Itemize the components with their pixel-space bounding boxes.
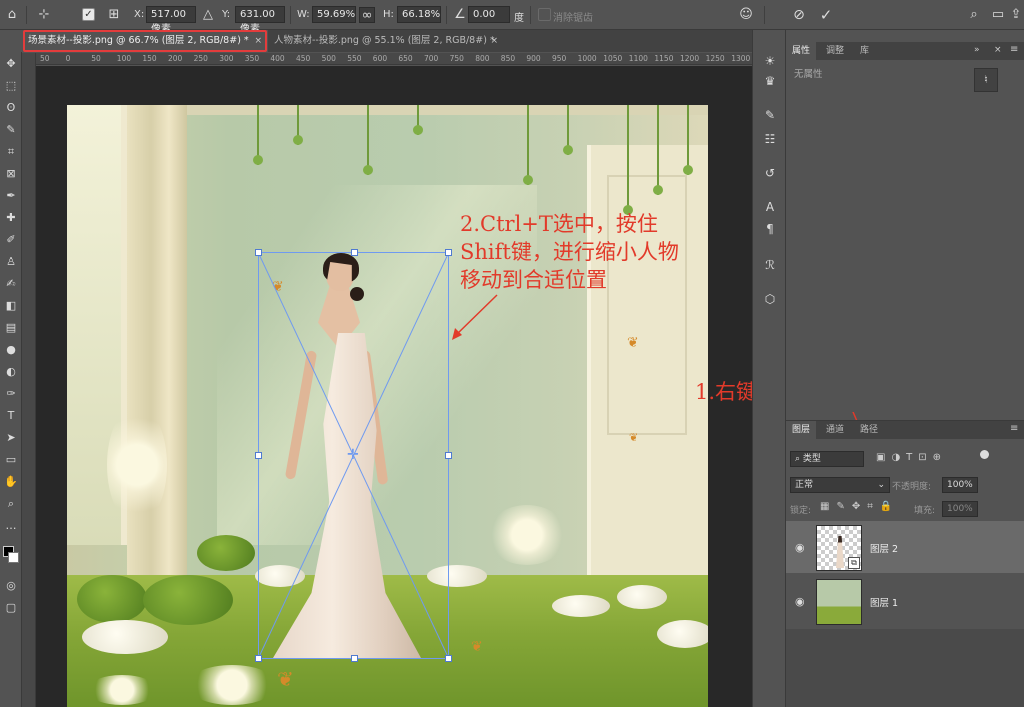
tab-libraries[interactable]: 库 <box>854 42 875 60</box>
properties-side-icon[interactable]: ♮ <box>974 68 998 92</box>
smart-object-icon: ⧉ <box>848 557 860 569</box>
properties-empty-text: 无属性 <box>794 69 823 80</box>
brightness-icon[interactable]: ☀ <box>761 52 779 70</box>
tab-adjustments[interactable]: 调整 <box>820 42 850 60</box>
layer-thumbnail <box>816 579 862 625</box>
tab-properties[interactable]: 属性 <box>786 42 817 60</box>
panel-close-icon[interactable]: × <box>994 45 1002 55</box>
chevron-down-icon: ⌄ <box>877 480 885 490</box>
layer-row-2[interactable]: ◉ ⧉ 图层 2 <box>786 521 1024 573</box>
character-icon[interactable]: A <box>761 198 779 216</box>
lock-icons[interactable]: ▦✎✥⌗🔒 <box>820 501 899 512</box>
brush-settings-icon[interactable]: ✎ <box>761 106 779 124</box>
visibility-eye-icon[interactable]: ◉ <box>795 541 805 554</box>
filter-toggle[interactable] <box>980 450 989 459</box>
layer-name: 图层 1 <box>870 598 899 609</box>
layer-thumbnail: ⧉ <box>816 525 862 571</box>
3d-icon[interactable]: ⬡ <box>761 290 779 308</box>
visibility-eye-icon[interactable]: ◉ <box>795 595 805 608</box>
fill-field[interactable]: 100% <box>942 501 978 517</box>
tab-layers[interactable]: 图层 <box>786 421 817 439</box>
blend-mode-select[interactable]: 正常 ⌄ <box>790 477 890 493</box>
layer-name: 图层 2 <box>870 544 899 555</box>
search-icon: ⌕ <box>795 454 803 464</box>
glyphs-icon[interactable]: ℛ <box>761 256 779 274</box>
layers-panel: 图层 通道 路径 ≡ ⌕ 类型 ▣◑T⊡⊕ 正常 ⌄ 不透明度: 100% 锁定… <box>786 420 1024 707</box>
adjust-icon[interactable]: ☷ <box>761 130 779 148</box>
opacity-field[interactable]: 100% <box>942 477 978 493</box>
panel-menu-icon[interactable]: ≡ <box>1010 423 1018 434</box>
tab-channels[interactable]: 通道 <box>820 421 850 439</box>
layer-row-1[interactable]: ◉ 图层 1 <box>786 575 1024 627</box>
history-icon[interactable]: ↺ <box>761 164 779 182</box>
properties-panel: 属性 调整 库 » × ≡ 无属性 ♮ <box>786 42 1024 412</box>
layer-filter-select[interactable]: ⌕ 类型 <box>790 451 864 467</box>
crown-icon[interactable]: ♛ <box>761 72 779 90</box>
panel-dock-strip: ☀ ♛ ✎ ☷ ↺ A ¶ ℛ ⬡ <box>752 30 786 707</box>
tab-paths[interactable]: 路径 <box>854 421 884 439</box>
filter-icons[interactable]: ▣◑T⊡⊕ <box>876 452 947 463</box>
collapse-icon[interactable]: » <box>974 45 980 55</box>
panel-menu-icon[interactable]: ≡ <box>1010 44 1018 55</box>
paragraph-icon[interactable]: ¶ <box>761 220 779 238</box>
